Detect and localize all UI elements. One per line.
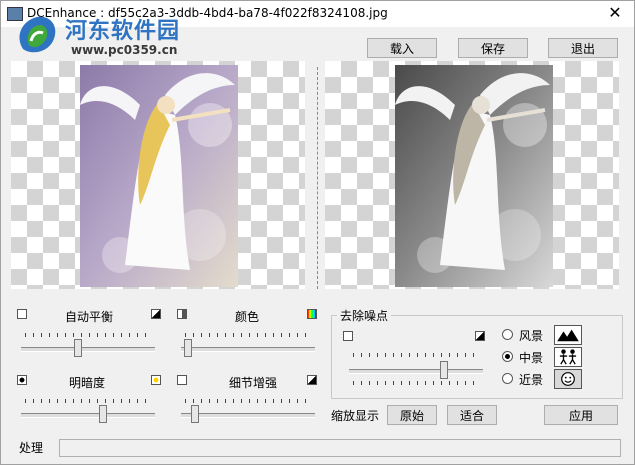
color-max-icon (307, 309, 317, 319)
zoom-label: 缩放显示 (331, 409, 380, 423)
zoom-original-button[interactable]: 原始 (387, 405, 437, 425)
status-label: 处理 (19, 441, 44, 455)
brightness-max-icon (151, 375, 161, 385)
color-min-icon (177, 309, 187, 319)
brightness-min-icon (17, 375, 27, 385)
auto-balance-max-icon (151, 309, 161, 319)
brightness-track[interactable] (21, 413, 155, 418)
zoom-fit-button[interactable]: 适合 (447, 405, 497, 425)
processed-image (395, 65, 553, 287)
color-ticks (185, 333, 313, 337)
detail-min-icon (177, 375, 187, 385)
denoise-track[interactable] (349, 369, 483, 374)
mountain-icon[interactable] (554, 325, 582, 345)
auto-balance-min-icon (17, 309, 27, 319)
brightness-thumb[interactable] (99, 405, 108, 423)
color-track[interactable] (181, 347, 315, 352)
denoise-radio-midrange[interactable] (502, 351, 513, 362)
exit-button[interactable]: 退出 (548, 38, 618, 58)
denoise-ticks-bottom (353, 381, 481, 385)
original-image (80, 65, 238, 287)
detail-ticks (185, 399, 313, 403)
detail-thumb[interactable] (191, 405, 200, 423)
watermark-url: www.pc0359.cn (71, 43, 178, 57)
apply-button[interactable]: 应用 (544, 405, 618, 425)
denoise-option-landscape[interactable]: 风景 (519, 327, 543, 344)
people-icon[interactable] (554, 347, 582, 367)
face-icon[interactable] (554, 369, 582, 389)
auto-balance-track[interactable] (21, 347, 155, 352)
load-button[interactable]: 载入 (367, 38, 437, 58)
auto-balance-ticks (25, 333, 153, 337)
color-label: 颜色 (235, 310, 260, 324)
title-bar: DCEnhance : df55c2a3-3ddb-4bd4-ba78-4f02… (1, 1, 634, 27)
app-window: DCEnhance : df55c2a3-3ddb-4bd4-ba78-4f02… (0, 0, 635, 465)
denoise-option-midrange[interactable]: 中景 (519, 349, 543, 366)
save-button[interactable]: 保存 (458, 38, 528, 58)
denoise-thumb[interactable] (439, 361, 448, 379)
panel-divider (317, 67, 318, 289)
denoise-min-icon (343, 331, 353, 341)
detail-max-icon (307, 375, 317, 385)
detail-label: 细节增强 (229, 376, 278, 390)
denoise-title: 去除噪点 (337, 307, 392, 324)
brightness-label: 明暗度 (69, 376, 106, 390)
denoise-radio-landscape[interactable] (502, 329, 513, 340)
auto-balance-label: 自动平衡 (65, 310, 114, 324)
denoise-option-closeup[interactable]: 近景 (519, 371, 543, 388)
color-thumb[interactable] (183, 339, 192, 357)
denoise-ticks-top (353, 353, 481, 357)
auto-balance-thumb[interactable] (73, 339, 82, 357)
denoise-max-icon (475, 331, 485, 341)
progress-field (59, 439, 621, 457)
denoise-radio-closeup[interactable] (502, 373, 513, 384)
detail-track[interactable] (181, 413, 315, 418)
close-button[interactable]: ✕ (599, 1, 631, 27)
app-icon (7, 7, 23, 21)
brightness-ticks (25, 399, 153, 403)
window-title: DCEnhance : df55c2a3-3ddb-4bd4-ba78-4f02… (27, 6, 388, 20)
